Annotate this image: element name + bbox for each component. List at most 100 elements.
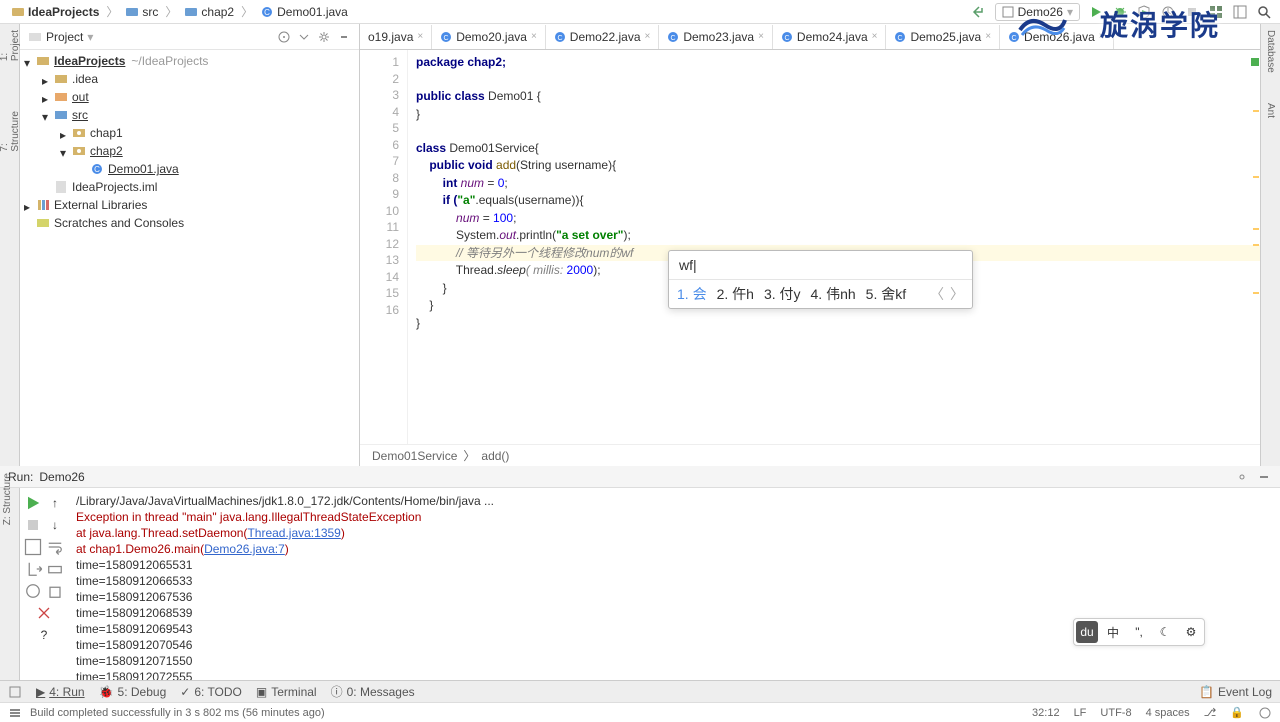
line-separator[interactable]: LF: [1074, 707, 1087, 719]
ime-prev[interactable]: 〈: [930, 284, 944, 304]
tree-node[interactable]: C Demo01.java: [20, 160, 359, 178]
print-icon[interactable]: [45, 559, 65, 579]
src-folder-icon: [54, 108, 68, 122]
tab[interactable]: CDemo20.java×: [432, 25, 546, 49]
chevron-right-icon: ▸: [60, 128, 70, 138]
debug-icon[interactable]: [1112, 4, 1128, 20]
encoding[interactable]: UTF-8: [1100, 707, 1131, 719]
svg-text:C: C: [444, 35, 449, 42]
stop-icon[interactable]: [1184, 4, 1200, 20]
tree-node[interactable]: ▸ .idea: [20, 70, 359, 88]
run-config-select[interactable]: Demo26▾: [995, 3, 1080, 21]
structure-icon[interactable]: [1208, 4, 1224, 20]
indent[interactable]: 4 spaces: [1146, 707, 1190, 719]
locate-icon[interactable]: [277, 30, 291, 44]
breadcrumb-bar[interactable]: Demo01Service 〉 add(): [360, 444, 1260, 466]
tree-node[interactable]: IdeaProjects.iml: [20, 178, 359, 196]
lock-icon[interactable]: 🔒: [1230, 706, 1244, 719]
dump-icon[interactable]: [23, 581, 43, 601]
tab[interactable]: CDemo26.java×: [1000, 25, 1114, 49]
ime-lang-button[interactable]: 中: [1102, 621, 1124, 643]
search-icon[interactable]: [1256, 4, 1272, 20]
tab[interactable]: CDemo25.java×: [886, 25, 1000, 49]
chevron-right-icon: ▸: [42, 74, 52, 84]
profile-icon[interactable]: [1160, 4, 1176, 20]
code-editor[interactable]: package chap2; public class Demo01 { } c…: [408, 50, 1260, 444]
rerun-icon[interactable]: [23, 493, 43, 513]
tree-node[interactable]: ▾ src: [20, 106, 359, 124]
run-tool-button[interactable]: ▶ 4: Run: [36, 685, 85, 699]
ant-tool-button[interactable]: Ant: [1265, 103, 1276, 118]
debug-tool-button[interactable]: 🐞 5: Debug: [99, 685, 167, 699]
project-tool-button[interactable]: 1: Project: [0, 30, 21, 61]
ime-candidate[interactable]: 3. 付y: [764, 284, 801, 304]
close-icon[interactable]: ×: [1099, 31, 1105, 42]
tab[interactable]: CDemo24.java×: [773, 25, 887, 49]
help-icon[interactable]: ?: [34, 625, 54, 645]
delete-icon[interactable]: [34, 603, 54, 623]
gear-icon[interactable]: [317, 30, 331, 44]
wrap-icon[interactable]: [45, 537, 65, 557]
tree-node[interactable]: ▸ out: [20, 88, 359, 106]
close-icon[interactable]: ×: [645, 31, 651, 42]
messages-tool-button[interactable]: ⓘ 0: Messages: [331, 683, 415, 700]
ime-du-button[interactable]: du: [1076, 621, 1098, 643]
hide-icon[interactable]: [1256, 469, 1272, 485]
layout-icon[interactable]: [1232, 4, 1248, 20]
quick-icon[interactable]: [8, 685, 22, 699]
project-view-select[interactable]: Project ▾: [28, 30, 93, 44]
class-icon: C: [260, 5, 274, 19]
git-icon[interactable]: ⎇: [1204, 706, 1217, 719]
tree-node[interactable]: ▸ External Libraries: [20, 196, 359, 214]
back-icon[interactable]: [971, 4, 987, 20]
structure-tool-button[interactable]: 7: Structure: [0, 111, 21, 152]
tree-node[interactable]: ▸ chap1: [20, 124, 359, 142]
breadcrumb[interactable]: IdeaProjects 〉 src 〉 chap2 〉 CDemo01.jav…: [8, 3, 351, 20]
up-icon[interactable]: ↑: [45, 493, 65, 513]
ime-candidate[interactable]: 4. 伟nh: [811, 284, 856, 304]
exit-icon[interactable]: [23, 559, 43, 579]
coverage-icon[interactable]: [1136, 4, 1152, 20]
close-icon[interactable]: ×: [985, 31, 991, 42]
ime-candidate[interactable]: 2. 仵h: [717, 284, 754, 304]
close-icon[interactable]: ×: [531, 31, 537, 42]
tree-node[interactable]: ▾ chap2: [20, 142, 359, 160]
expand-icon[interactable]: [297, 30, 311, 44]
folder-icon: [54, 72, 68, 86]
todo-tool-button[interactable]: ✓ 6: TODO: [180, 685, 242, 699]
tab[interactable]: CDemo22.java×: [546, 25, 660, 49]
error-stripe[interactable]: [1250, 50, 1260, 444]
layout-icon[interactable]: [23, 537, 43, 557]
caret-position[interactable]: 32:12: [1032, 707, 1060, 719]
gear-icon[interactable]: [1234, 469, 1250, 485]
ime-candidate[interactable]: 5. 舍kf: [866, 284, 906, 304]
svg-text:C: C: [557, 35, 562, 42]
close-icon[interactable]: ×: [872, 31, 878, 42]
ime-candidate[interactable]: 1. 会: [677, 284, 707, 304]
tree-node-root[interactable]: ▾ IdeaProjects~/IdeaProjects: [20, 52, 359, 70]
inspect-icon[interactable]: [1258, 706, 1272, 720]
ime-moon-button[interactable]: ☾: [1154, 621, 1176, 643]
svg-text:C: C: [264, 8, 270, 17]
stop-icon[interactable]: [23, 515, 43, 535]
close-icon[interactable]: ×: [758, 31, 764, 42]
ime-next[interactable]: 〉: [950, 284, 964, 304]
close-icon[interactable]: ×: [417, 31, 423, 42]
clear-icon[interactable]: [45, 581, 65, 601]
down-icon[interactable]: ↓: [45, 515, 65, 535]
ime-punct-button[interactable]: ",: [1128, 621, 1150, 643]
ime-gear-button[interactable]: ⚙: [1180, 621, 1202, 643]
tab[interactable]: o19.java×: [360, 25, 432, 49]
structure-tool-button[interactable]: Z: Structure: [0, 467, 15, 531]
database-tool-button[interactable]: Database: [1265, 30, 1276, 73]
svg-text:C: C: [784, 35, 789, 42]
terminal-tool-button[interactable]: ▣ Terminal: [256, 685, 317, 699]
status-message: Build completed successfully in 3 s 802 …: [30, 707, 325, 719]
tree-node[interactable]: Scratches and Consoles: [20, 214, 359, 232]
event-log-button[interactable]: 📋 Event Log: [1199, 685, 1272, 699]
run-icon[interactable]: [1088, 4, 1104, 20]
console-output[interactable]: /Library/Java/JavaVirtualMachines/jdk1.8…: [68, 467, 1280, 680]
quick-list-icon[interactable]: [8, 706, 22, 720]
hide-icon[interactable]: [337, 30, 351, 44]
tab[interactable]: CDemo23.java×: [659, 25, 773, 49]
